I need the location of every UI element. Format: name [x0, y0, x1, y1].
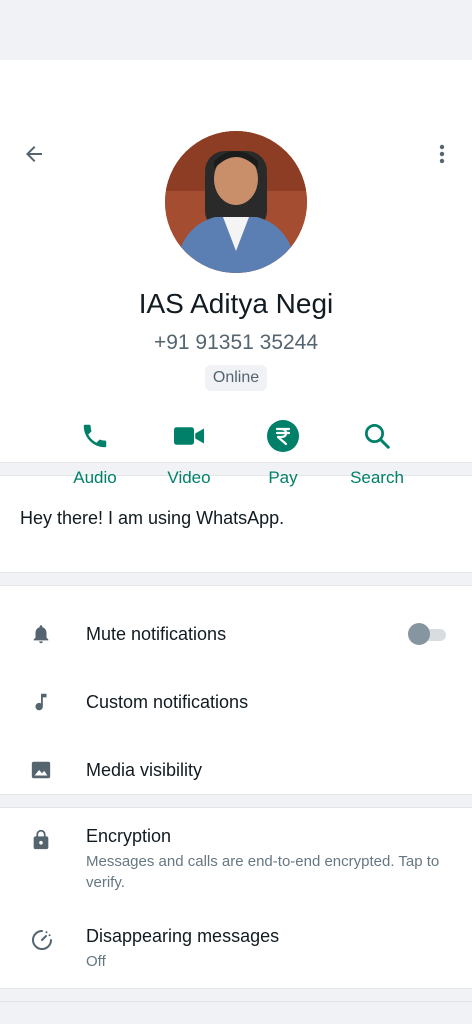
back-arrow-icon — [26, 146, 42, 162]
pay-label: Pay — [268, 468, 298, 487]
custom-notifications-label: Custom notifications — [86, 691, 249, 712]
about-section[interactable]: Hey there! I am using WhatsApp. — [0, 476, 472, 572]
phone-icon — [83, 424, 107, 448]
disappearing-messages-label: Disappearing messages — [86, 926, 280, 946]
search-label: Search — [350, 468, 404, 487]
music-note-icon — [35, 693, 47, 711]
mute-notifications-row[interactable]: Mute notifications — [0, 600, 472, 668]
about-text: Hey there! I am using WhatsApp. — [20, 508, 285, 528]
search-icon — [365, 424, 390, 449]
action-row: Audio Video Pay Search — [48, 418, 424, 488]
encryption-row[interactable]: Encryption Messages and calls are end-to… — [0, 826, 472, 926]
bell-icon — [33, 625, 49, 644]
status-badge: Online — [204, 365, 268, 391]
section-divider — [0, 572, 472, 586]
encryption-label: Encryption — [86, 826, 172, 846]
section-divider — [0, 794, 472, 808]
profile-header: IAS Aditya Negi +91 91351 35244 Online A… — [0, 60, 472, 487]
audio-call-button[interactable]: Audio — [48, 418, 142, 488]
custom-notifications-row[interactable]: Custom notifications — [0, 668, 472, 736]
more-vert-icon — [439, 144, 445, 164]
contact-name: IAS Aditya Negi — [138, 288, 334, 319]
media-visibility-label: Media visibility — [86, 759, 203, 780]
video-label: Video — [167, 468, 211, 487]
avatar[interactable] — [165, 131, 307, 273]
pay-button[interactable]: Pay — [236, 418, 330, 488]
rupee-icon — [267, 420, 299, 452]
lock-icon — [33, 829, 49, 850]
timer-icon — [32, 930, 52, 950]
section-divider — [0, 988, 472, 1002]
disappearing-messages-row[interactable]: Disappearing messages Off — [0, 926, 472, 996]
audio-label: Audio — [73, 468, 117, 487]
contact-phone: +91 91351 35244 — [153, 331, 319, 354]
more-options-button[interactable] — [428, 140, 456, 168]
image-icon — [31, 761, 51, 779]
mute-toggle[interactable] — [408, 623, 446, 645]
search-button[interactable]: Search — [330, 418, 424, 488]
notification-settings: Mute notifications Custom notifications … — [0, 586, 472, 794]
video-icon — [174, 427, 204, 445]
mute-label: Mute notifications — [86, 623, 227, 644]
privacy-settings: Encryption Messages and calls are end-to… — [0, 808, 472, 988]
video-call-button[interactable]: Video — [142, 418, 236, 488]
disappearing-messages-value: Off — [86, 953, 106, 970]
status-bar — [0, 0, 472, 60]
back-button[interactable] — [20, 140, 48, 168]
encryption-description: Messages and calls are end-to-end encryp… — [86, 853, 440, 891]
